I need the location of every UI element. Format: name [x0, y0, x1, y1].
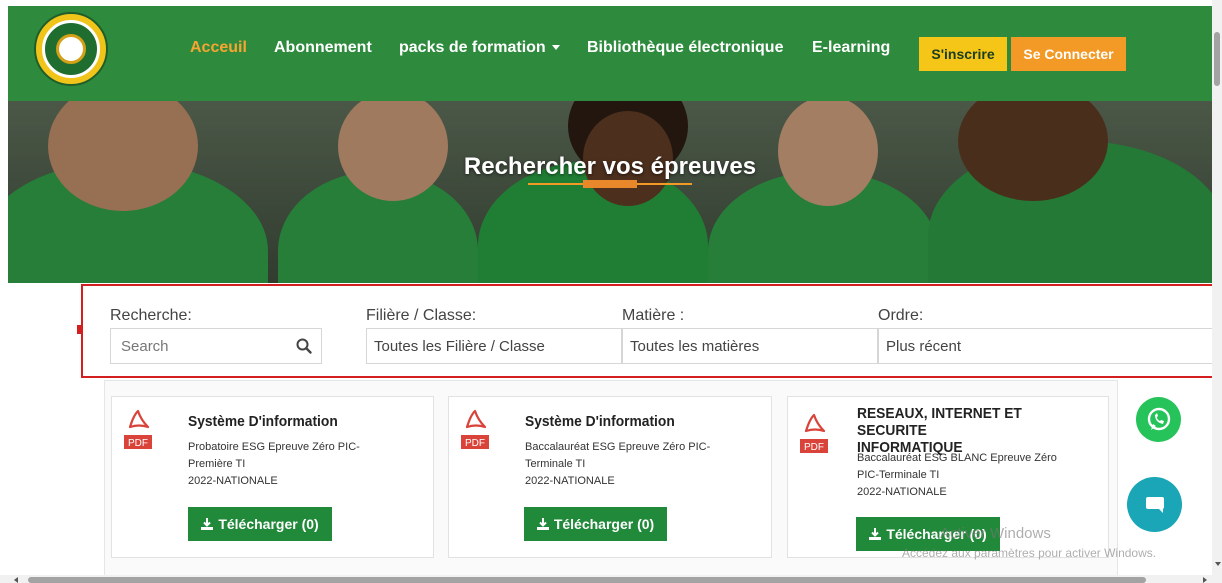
chat-button[interactable] — [1127, 477, 1182, 532]
card-line: Probatoire ESG Epreuve Zéro PIC- — [188, 441, 360, 453]
scroll-down-arrow-icon[interactable] — [1215, 562, 1221, 566]
matiere-select[interactable]: Toutes les matières — [622, 328, 878, 364]
vertical-scrollbar-thumb[interactable] — [1214, 32, 1220, 86]
whatsapp-button[interactable] — [1136, 397, 1181, 442]
download-icon — [869, 528, 882, 540]
card-line: Terminale TI — [525, 458, 586, 470]
download-label: Télécharger (0) — [218, 516, 319, 532]
card-title[interactable]: Système D'information — [525, 413, 675, 430]
pdf-icon: PDF — [800, 413, 828, 453]
search-input[interactable] — [111, 329, 281, 363]
navbar: Acceuil Abonnement packs de formation Bi… — [8, 6, 1212, 101]
highlight-marker — [77, 325, 81, 334]
nav-link-elearning[interactable]: E-learning — [812, 39, 890, 57]
nav-link-bibliotheque[interactable]: Bibliothèque électronique — [587, 39, 783, 57]
pdf-icon: PDF — [461, 409, 489, 449]
filiere-select[interactable]: Toutes les Filière / Classe — [366, 328, 622, 364]
pdf-label: PDF — [465, 438, 485, 449]
hero-banner: Rechercher vos épreuves — [8, 101, 1212, 283]
whatsapp-icon — [1147, 407, 1170, 430]
matiere-label: Matière : — [622, 307, 685, 324]
filiere-label: Filière / Classe: — [366, 307, 477, 324]
search-icon[interactable] — [295, 337, 313, 355]
download-icon — [536, 518, 549, 530]
chevron-down-icon — [551, 45, 560, 51]
card-line: 2022-NATIONALE — [188, 475, 278, 487]
logo-core — [56, 34, 86, 64]
windows-watermark-title: Activer Windows — [940, 525, 1051, 542]
scroll-right-arrow-icon[interactable] — [1203, 577, 1207, 583]
hero-underline-accent — [583, 180, 637, 188]
login-button[interactable]: Se Connecter — [1011, 37, 1126, 71]
windows-watermark-subtitle: Accédez aux paramètres pour activer Wind… — [902, 546, 1157, 560]
hero-overlay — [8, 101, 1212, 283]
download-label: Télécharger (0) — [553, 516, 655, 532]
pdf-label: PDF — [804, 442, 824, 453]
card-title[interactable]: Système D'information — [188, 413, 338, 430]
chat-bubble-icon — [1145, 496, 1164, 513]
card-title[interactable]: RESEAUX, INTERNET ET SECURITE INFORMATIQ… — [857, 405, 1088, 456]
document-card: PDF Système D'information Probatoire ESG… — [111, 396, 434, 558]
card-title-line: RESEAUX, INTERNET ET SECURITE — [857, 405, 1022, 439]
hero-title: Rechercher vos épreuves — [463, 153, 757, 180]
card-line: PIC-Terminale TI — [857, 469, 940, 481]
nav-link-accueil[interactable]: Acceuil — [190, 39, 247, 57]
nav-link-abonnement[interactable]: Abonnement — [274, 39, 372, 57]
document-card: PDF Système D'information Baccalauréat E… — [448, 396, 772, 558]
pdf-icon: PDF — [124, 409, 152, 449]
horizontal-scrollbar-thumb[interactable] — [28, 577, 1146, 583]
card-line: Première TI — [188, 458, 246, 470]
card-line: Baccalauréat ESG Epreuve Zéro PIC- — [525, 441, 711, 453]
search-field — [110, 328, 322, 364]
card-line: Baccalauréat ESG BLANC Epreuve Zéro — [857, 452, 1057, 464]
site-logo[interactable] — [34, 12, 108, 86]
pdf-label: PDF — [128, 438, 148, 449]
logo-emblem — [42, 20, 100, 78]
nav-link-packs-label: packs de formation — [399, 39, 546, 56]
download-button[interactable]: Télécharger (0) — [524, 507, 667, 541]
download-icon — [201, 518, 214, 530]
scroll-left-arrow-icon[interactable] — [14, 577, 18, 583]
card-line: 2022-NATIONALE — [857, 486, 947, 498]
card-line: 2022-NATIONALE — [525, 475, 615, 487]
ordre-select[interactable]: Plus récent — [878, 328, 1214, 364]
signup-button[interactable]: S'inscrire — [919, 37, 1007, 71]
nav-link-packs-formation[interactable]: packs de formation — [399, 39, 560, 57]
ordre-label: Ordre: — [878, 307, 924, 324]
vertical-scrollbar-track[interactable] — [1212, 0, 1222, 583]
download-button[interactable]: Télécharger (0) — [188, 507, 332, 541]
search-label: Recherche: — [110, 307, 192, 324]
